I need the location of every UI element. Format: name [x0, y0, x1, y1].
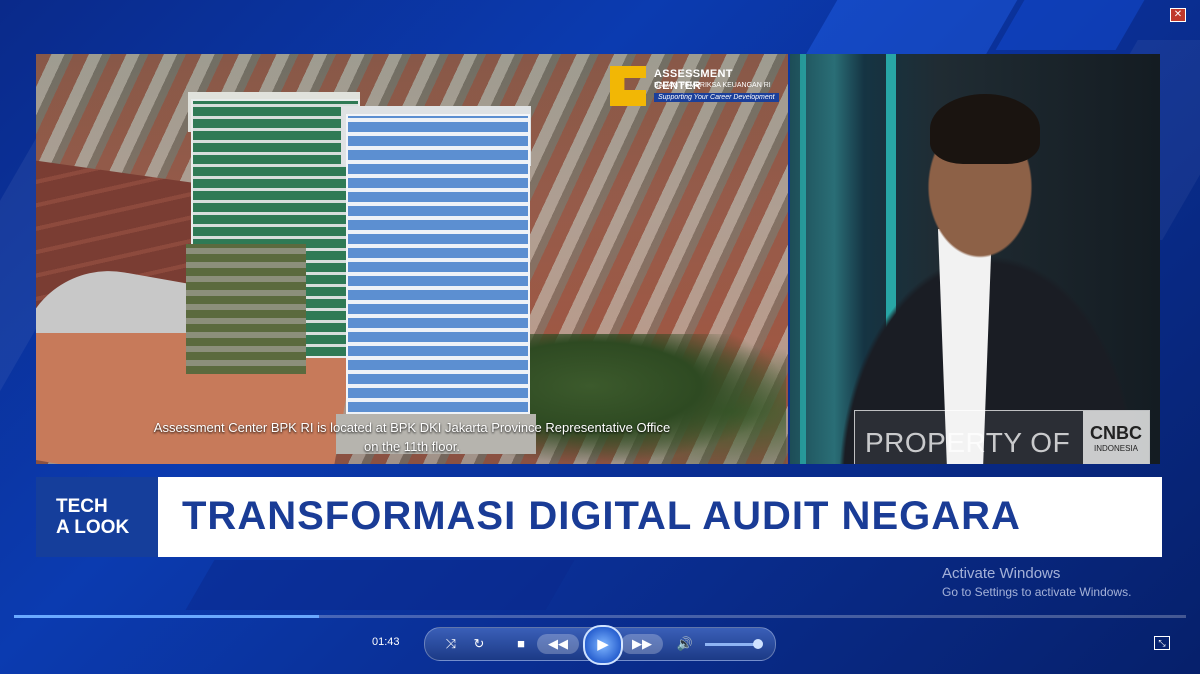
cnbc-logo: CNBC INDONESIA [1083, 411, 1149, 464]
bg-facet [802, 0, 1018, 60]
segment-badge: TECH A LOOK [36, 477, 158, 557]
left-video-frame: ASSESSMENT CENTER BADAN PEMERIKSA KEUANG… [36, 54, 788, 464]
rewind-icon[interactable]: ◀◀ [537, 634, 579, 654]
headline-title: TRANSFORMASI DIGITAL AUDIT NEGARA [182, 494, 1021, 538]
elapsed-time: 01:43 [372, 636, 400, 648]
bpk-logo-icon [610, 66, 646, 106]
volume-slider-handle[interactable] [753, 639, 763, 649]
property-watermark: PROPERTY OF CNBC INDONESIA [854, 410, 1150, 464]
cnbc-logo-line1: CNBC [1090, 423, 1142, 443]
cnbc-logo-line2: INDONESIA [1093, 444, 1138, 453]
close-icon[interactable]: ✕ [1170, 8, 1186, 22]
volume-icon[interactable]: 🔊 [675, 634, 695, 654]
seek-bar[interactable] [14, 615, 1186, 618]
terraced-building [186, 244, 306, 374]
studio-light-strip [800, 54, 806, 464]
assessment-center-logo: ASSESSMENT CENTER BADAN PEMERIKSA KEUANG… [610, 66, 782, 110]
badge-line-2: A LOOK [56, 517, 130, 538]
logo-tagline: Supporting Your Career Development [654, 93, 779, 102]
speaker-hair [930, 94, 1040, 164]
mini-mode-icon[interactable]: ⤡ [1154, 636, 1170, 650]
right-video-frame: PROPERTY OF CNBC INDONESIA [790, 54, 1160, 464]
blue-building [346, 114, 530, 428]
player-controls: ⤨ ↻ ■ ◀◀ ▶ ▶▶ 🔊 [424, 625, 776, 665]
fast-forward-icon[interactable]: ▶▶ [621, 634, 663, 654]
repeat-icon[interactable]: ↻ [469, 634, 489, 654]
bg-facet [185, 560, 575, 610]
stop-icon[interactable]: ■ [511, 634, 531, 654]
seek-progress [14, 615, 319, 618]
bg-facet [995, 0, 1145, 50]
video-caption: Assessment Center BPK RI is located at B… [36, 418, 788, 456]
shuffle-icon[interactable]: ⤨ [441, 634, 461, 654]
watermark-text: PROPERTY OF [865, 427, 1071, 458]
logo-subtitle: BADAN PEMERIKSA KEUANGAN RI [654, 82, 771, 89]
play-icon[interactable]: ▶ [583, 625, 623, 665]
lower-third-banner: TECH A LOOK TRANSFORMASI DIGITAL AUDIT N… [36, 477, 1162, 557]
caption-line-1: Assessment Center BPK RI is located at B… [153, 420, 671, 435]
activate-windows-title: Activate Windows [942, 565, 1061, 582]
headline-bar: TRANSFORMASI DIGITAL AUDIT NEGARA [158, 477, 1162, 557]
activate-windows-subtitle: Go to Settings to activate Windows. [942, 585, 1132, 599]
badge-line-1: TECH [56, 496, 108, 517]
activate-windows-notice: Activate Windows Go to Settings to activ… [942, 565, 1131, 599]
caption-line-2: on the 11th floor. [364, 439, 460, 454]
